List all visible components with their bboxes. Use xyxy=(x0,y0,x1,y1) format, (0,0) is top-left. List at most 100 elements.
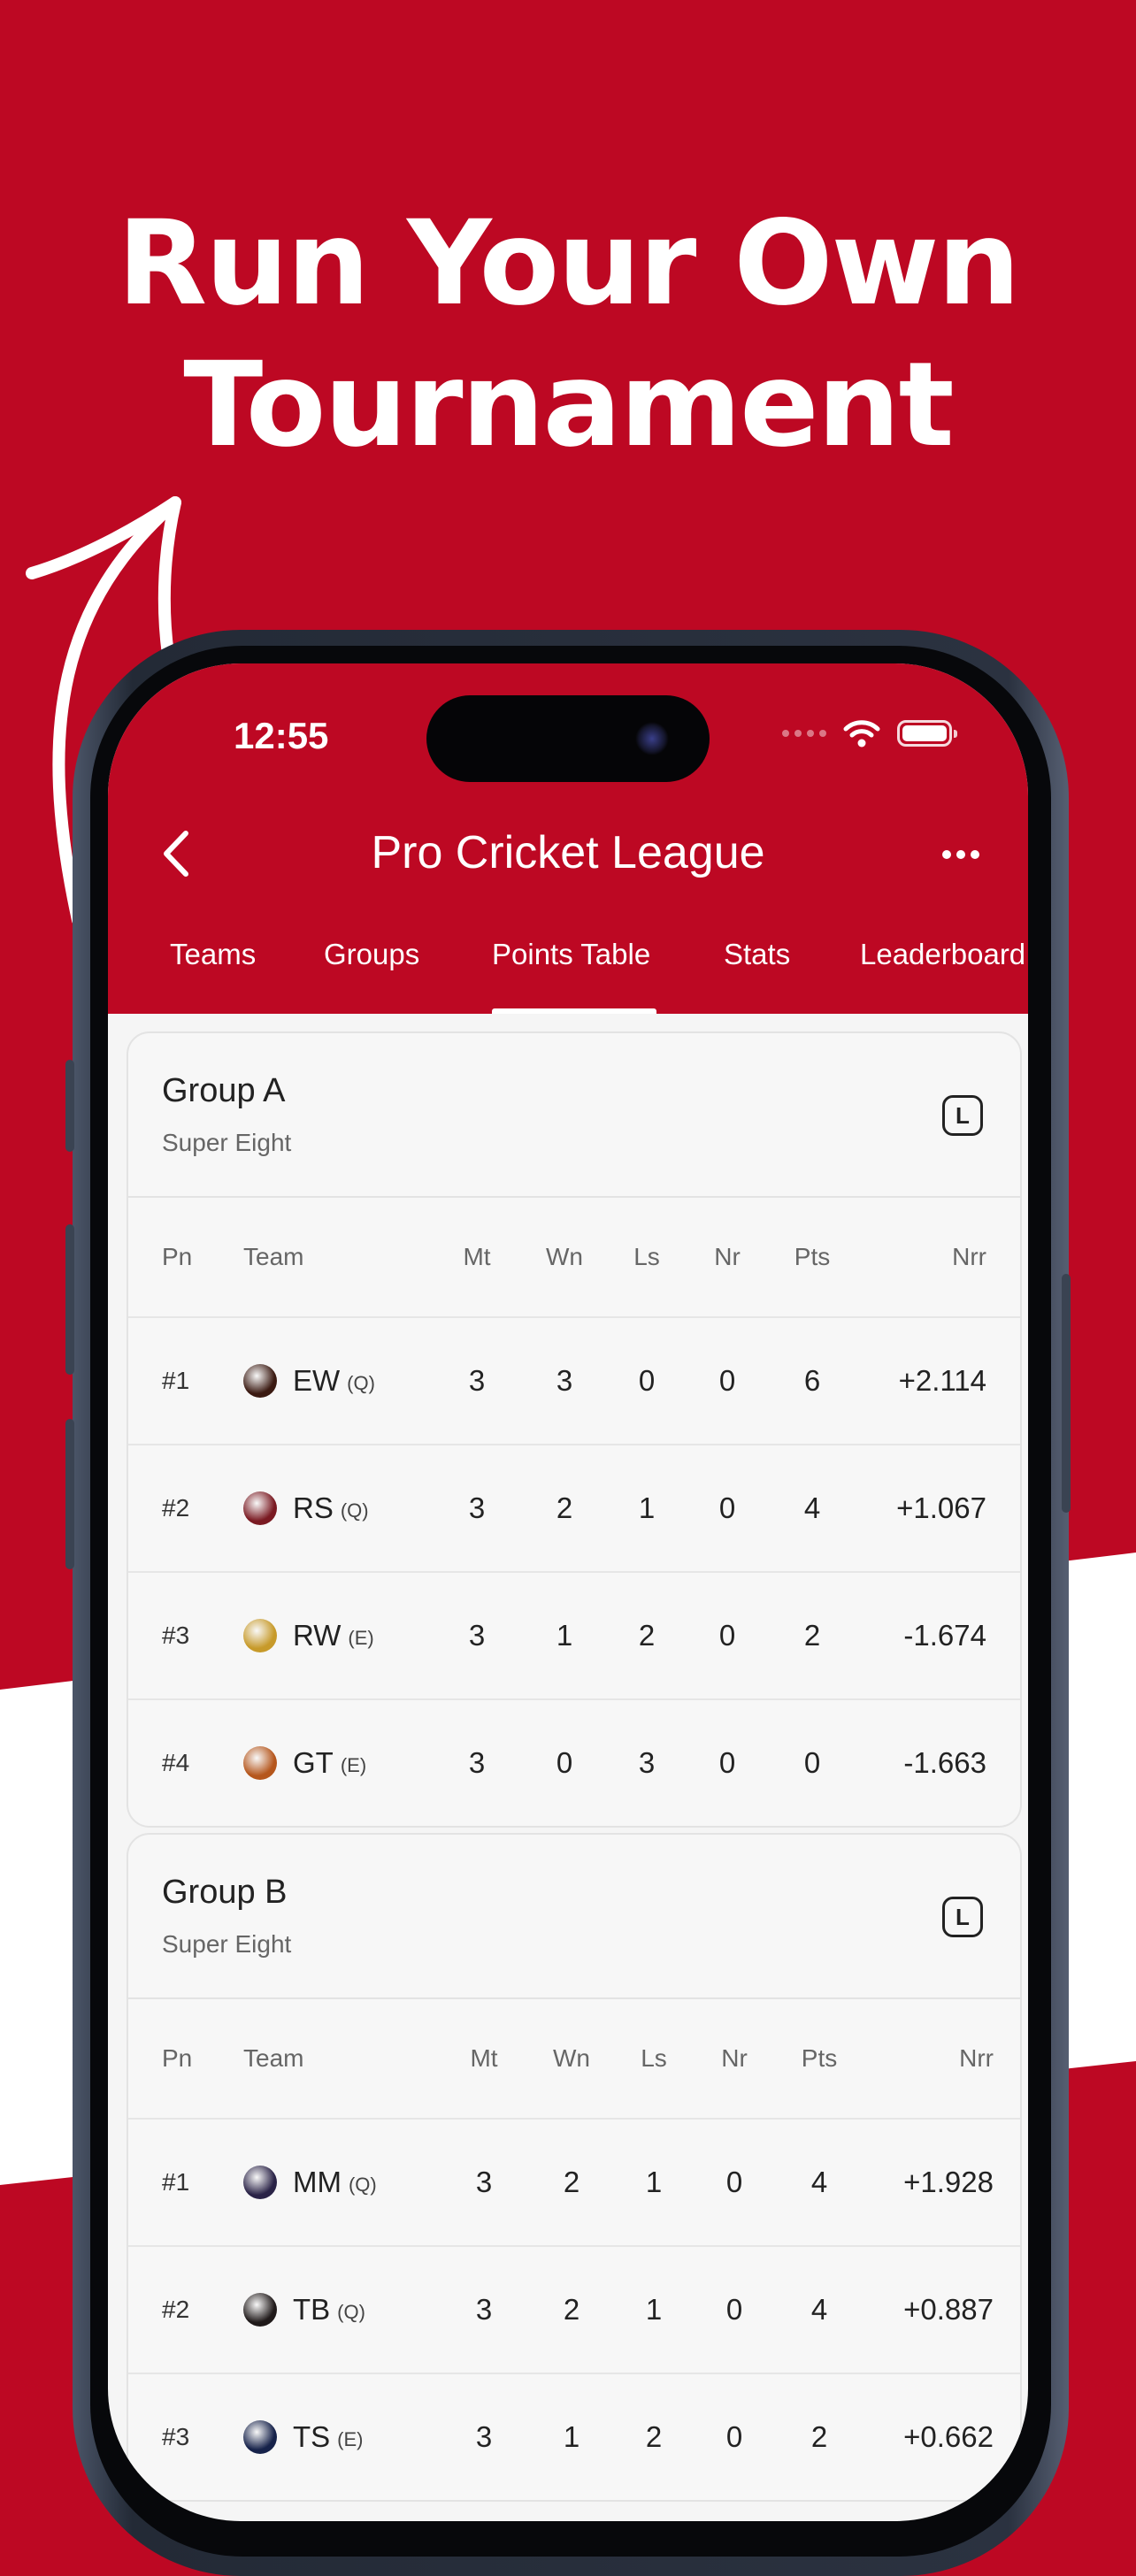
team-status-tag: (E) xyxy=(348,1627,374,1649)
col-team: Team xyxy=(243,1243,304,1270)
row-wn: 3 xyxy=(556,1364,573,1397)
row-position: #2 xyxy=(162,1494,190,1522)
table-row[interactable]: #3 RW (E) 3 1 2 0 2 -1.674 xyxy=(128,1573,1020,1700)
col-team: Team xyxy=(243,2044,304,2072)
row-nrr: +2.114 xyxy=(898,1364,986,1397)
team-logo xyxy=(243,1619,277,1652)
group-name: Group A xyxy=(162,1072,286,1109)
row-nrr: -1.674 xyxy=(903,1619,986,1652)
row-nrr: +0.662 xyxy=(903,2420,994,2453)
col-wn: Wn xyxy=(546,1243,583,1270)
tab-bar: Teams Groups Points Table Stats Leaderbo… xyxy=(108,920,1028,1014)
row-mt: 3 xyxy=(475,2166,493,2198)
tab-groups[interactable]: Groups xyxy=(324,938,419,971)
team-logo xyxy=(243,2420,277,2454)
tab-points-table[interactable]: Points Table xyxy=(492,938,650,971)
col-pn: Pn xyxy=(162,2044,193,2072)
row-pts: 0 xyxy=(803,1746,821,1779)
team-code: GT xyxy=(293,1746,334,1779)
col-nr: Nr xyxy=(714,1243,741,1270)
tab-teams[interactable]: Teams xyxy=(170,938,256,971)
battery-icon xyxy=(897,720,957,747)
row-wn: 2 xyxy=(556,1491,573,1524)
team-status-tag: (E) xyxy=(340,1754,367,1776)
tab-leaderboard[interactable]: Leaderboard xyxy=(860,938,1025,971)
live-badge-icon[interactable]: L xyxy=(942,1095,983,1136)
row-ls: 0 xyxy=(638,1364,656,1397)
more-options-icon[interactable] xyxy=(925,830,996,879)
col-nr: Nr xyxy=(721,2044,748,2072)
tab-stats[interactable]: Stats xyxy=(724,938,790,971)
team-status-tag: (Q) xyxy=(348,2174,377,2196)
table-row[interactable]: #4 GT (E) 3 0 3 0 0 -1.663 xyxy=(128,1700,1020,1826)
team-code: RW xyxy=(293,1619,342,1652)
row-nr: 0 xyxy=(718,1746,736,1779)
row-position: #1 xyxy=(162,2168,190,2196)
row-mt: 3 xyxy=(475,2420,493,2453)
team-status-tag: (E) xyxy=(337,2428,364,2450)
row-wn: 1 xyxy=(563,2420,580,2453)
wifi-icon xyxy=(843,720,880,748)
promo-headline-line1: Run Your Own xyxy=(117,196,1021,332)
row-position: #4 xyxy=(162,1749,190,1776)
row-position: #2 xyxy=(162,2296,190,2323)
row-nr: 0 xyxy=(718,1619,736,1652)
row-wn: 2 xyxy=(563,2166,580,2198)
team-code: EW xyxy=(293,1364,341,1397)
active-tab-indicator xyxy=(492,1008,656,1014)
col-pts: Pts xyxy=(801,2044,838,2072)
table-row[interactable]: #3 TS (E) 3 1 2 0 2 +0.662 xyxy=(128,2374,1020,2500)
row-wn: 2 xyxy=(563,2293,580,2326)
row-nrr: +1.928 xyxy=(903,2166,994,2198)
table-header-row: Pn Team Mt Wn Ls Nr Pts Nrr xyxy=(128,1999,1020,2120)
app-header: 12:55 Pro Cricket League Teams Groups Po… xyxy=(108,663,1028,1014)
phone-side-button xyxy=(65,1419,74,1569)
phone-side-button xyxy=(65,1060,74,1152)
team-logo xyxy=(243,2166,277,2199)
live-badge-icon[interactable]: L xyxy=(942,1897,983,1937)
status-time: 12:55 xyxy=(234,715,329,756)
page-title: Pro Cricket League xyxy=(371,827,765,878)
row-nr: 0 xyxy=(725,2293,743,2326)
row-pts: 4 xyxy=(810,2293,828,2326)
phone-side-button xyxy=(1062,1274,1071,1513)
table-row[interactable]: #1 MM (Q) 3 2 1 0 4 +1.928 xyxy=(128,2120,1020,2247)
row-wn: 1 xyxy=(556,1619,573,1652)
row-ls: 1 xyxy=(645,2166,663,2198)
row-ls: 2 xyxy=(638,1619,656,1652)
group-name: Group B xyxy=(162,1874,288,1911)
row-team: GT (E) xyxy=(243,1700,366,1826)
col-ls: Ls xyxy=(641,2044,667,2072)
row-wn: 0 xyxy=(556,1746,573,1779)
team-status-tag: (Q) xyxy=(340,1499,369,1522)
group-card: Group A Super Eight L Pn Team Mt Wn Ls N… xyxy=(127,1031,1022,1828)
group-stage: Super Eight xyxy=(162,1930,292,1958)
col-pts: Pts xyxy=(794,1243,831,1270)
team-code: TB xyxy=(293,2293,331,2326)
status-icons xyxy=(782,718,957,748)
row-nrr: +0.887 xyxy=(903,2293,994,2326)
col-ls: Ls xyxy=(633,1243,660,1270)
row-nr: 0 xyxy=(725,2420,743,2453)
team-code: MM xyxy=(293,2166,342,2198)
row-nrr: -1.663 xyxy=(903,1746,986,1779)
row-team: TS (E) xyxy=(243,2374,364,2500)
phone-side-button xyxy=(65,1224,74,1375)
team-logo xyxy=(243,2293,277,2327)
signal-icon xyxy=(782,730,826,737)
col-mt: Mt xyxy=(470,2044,498,2072)
row-nrr: +1.067 xyxy=(896,1491,986,1524)
row-mt: 3 xyxy=(468,1746,486,1779)
row-nr: 0 xyxy=(718,1364,736,1397)
table-row[interactable]: #1 EW (Q) 3 3 0 0 6 +2.114 xyxy=(128,1318,1020,1445)
team-code: RS xyxy=(293,1491,334,1524)
camera-icon xyxy=(635,722,669,755)
row-ls: 1 xyxy=(638,1491,656,1524)
promo-headline-line2: Tournament xyxy=(183,337,954,473)
table-row[interactable]: #2 TB (Q) 3 2 1 0 4 +0.887 xyxy=(128,2247,1020,2374)
team-status-tag: (Q) xyxy=(337,2301,365,2323)
team-logo xyxy=(243,1746,277,1780)
table-row[interactable]: #2 RS (Q) 3 2 1 0 4 +1.067 xyxy=(128,1445,1020,1573)
row-pts: 4 xyxy=(810,2166,828,2198)
row-nr: 0 xyxy=(718,1491,736,1524)
